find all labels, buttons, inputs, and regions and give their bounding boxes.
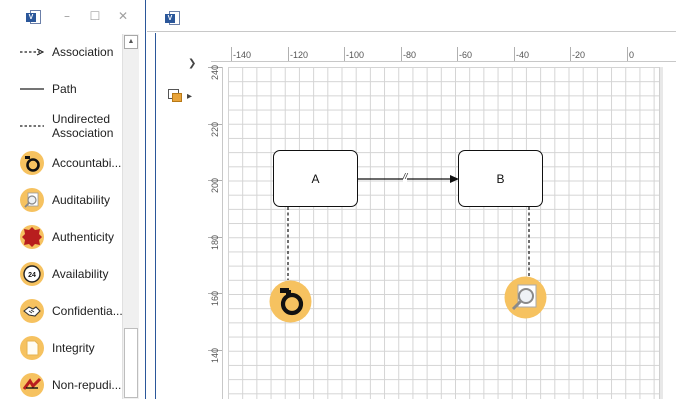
shape-path[interactable]: Path: [14, 72, 124, 106]
magnifier-icon: [20, 188, 44, 212]
shape-confidentiality[interactable]: Confidentia...: [14, 294, 124, 328]
shape-authenticity[interactable]: Authenticity: [14, 220, 124, 254]
horizontal-ruler: -140 -120 -100 -80 -60 -40 -20 0: [211, 47, 676, 66]
ruler-h-label: -120: [290, 50, 309, 60]
stencil-pane: V – ☐ ✕ Association Path Undirected Asso…: [0, 0, 146, 399]
auditability-badge[interactable]: [504, 276, 547, 319]
stencil-scrollbar[interactable]: ▲: [122, 34, 139, 399]
dashed-arrow-icon: [20, 48, 44, 56]
shape-non-repudiation[interactable]: Non-repudi...: [14, 368, 124, 399]
ruler-h-label: 0: [629, 50, 635, 60]
page-edge: [659, 67, 663, 399]
ruler-h-label: -20: [572, 50, 586, 60]
signature-icon: [20, 373, 44, 397]
stencil-title-bar: V – ☐ ✕: [0, 0, 146, 32]
visio-document-icon[interactable]: V: [165, 10, 181, 26]
ruler-v-label: 220: [210, 121, 220, 137]
visio-window: V – ☐ ✕ Association Path Undirected Asso…: [0, 0, 676, 399]
scroll-up-arrow-icon[interactable]: ▲: [124, 35, 138, 49]
shape-label: Auditability: [52, 193, 111, 207]
shape-label: Path: [52, 82, 77, 96]
clock-24-icon: 24: [20, 262, 44, 286]
vertical-ruler: 240 220 200 180 160 140: [208, 64, 228, 399]
ruler-v-label: 200: [210, 177, 220, 193]
edge-label: //: [403, 172, 408, 182]
shape-availability[interactable]: 24 Availability: [14, 257, 124, 291]
chevron-right-icon[interactable]: ❯: [188, 58, 196, 69]
wax-seal-icon: [20, 225, 44, 249]
ruler-v-label: 240: [210, 64, 220, 80]
shape-auditability[interactable]: Auditability: [14, 183, 124, 217]
shape-association[interactable]: Association: [14, 35, 124, 69]
solid-line-icon: [20, 88, 44, 90]
shape-undirected-association[interactable]: Undirected Association: [14, 109, 124, 143]
close-icon[interactable]: ✕: [116, 9, 130, 23]
shapes-panel-icon[interactable]: [168, 89, 182, 103]
drawing-title-bar: V: [147, 0, 676, 32]
drawing-page-grid[interactable]: [228, 67, 659, 399]
shape-label: Non-repudi...: [52, 378, 122, 392]
node-b[interactable]: B: [458, 150, 543, 207]
handcuffs-icon: [20, 151, 44, 175]
accountability-badge[interactable]: [269, 280, 312, 323]
ruler-h-label: -80: [403, 50, 417, 60]
scroll-thumb[interactable]: [124, 328, 138, 398]
shape-accountability[interactable]: Accountabi...: [14, 146, 124, 180]
shape-label: Undirected Association: [52, 112, 114, 140]
shape-label: Accountabi...: [52, 156, 122, 170]
ruler-h-label: -140: [233, 50, 252, 60]
ruler-h-label: -100: [346, 50, 365, 60]
ruler-v-label: 160: [210, 290, 220, 306]
shape-label: Integrity: [52, 341, 95, 355]
maximize-icon[interactable]: ☐: [88, 9, 102, 23]
ruler-h-label: -60: [459, 50, 473, 60]
stencil-shape-list: Association Path Undirected Association: [14, 32, 124, 399]
shape-integrity[interactable]: Integrity: [14, 331, 124, 365]
shape-label: Confidentia...: [52, 304, 123, 318]
svg-text:24: 24: [28, 272, 36, 279]
handshake-icon: [20, 299, 44, 323]
visio-stencil-icon[interactable]: V: [26, 9, 42, 25]
node-label: B: [496, 171, 505, 186]
expand-arrow-icon[interactable]: ▸: [187, 91, 192, 102]
shape-label: Authenticity: [52, 230, 115, 244]
minimize-icon[interactable]: –: [60, 9, 74, 23]
ruler-h-label: -40: [516, 50, 530, 60]
node-a[interactable]: A: [273, 150, 358, 207]
node-label: A: [311, 171, 320, 186]
page-icon: [20, 336, 44, 360]
shape-label: Association: [52, 45, 114, 59]
ruler-v-label: 180: [210, 234, 220, 250]
shape-label: Availability: [52, 267, 109, 281]
ruler-v-label: 140: [210, 347, 220, 363]
dashed-line-icon: [20, 125, 44, 127]
